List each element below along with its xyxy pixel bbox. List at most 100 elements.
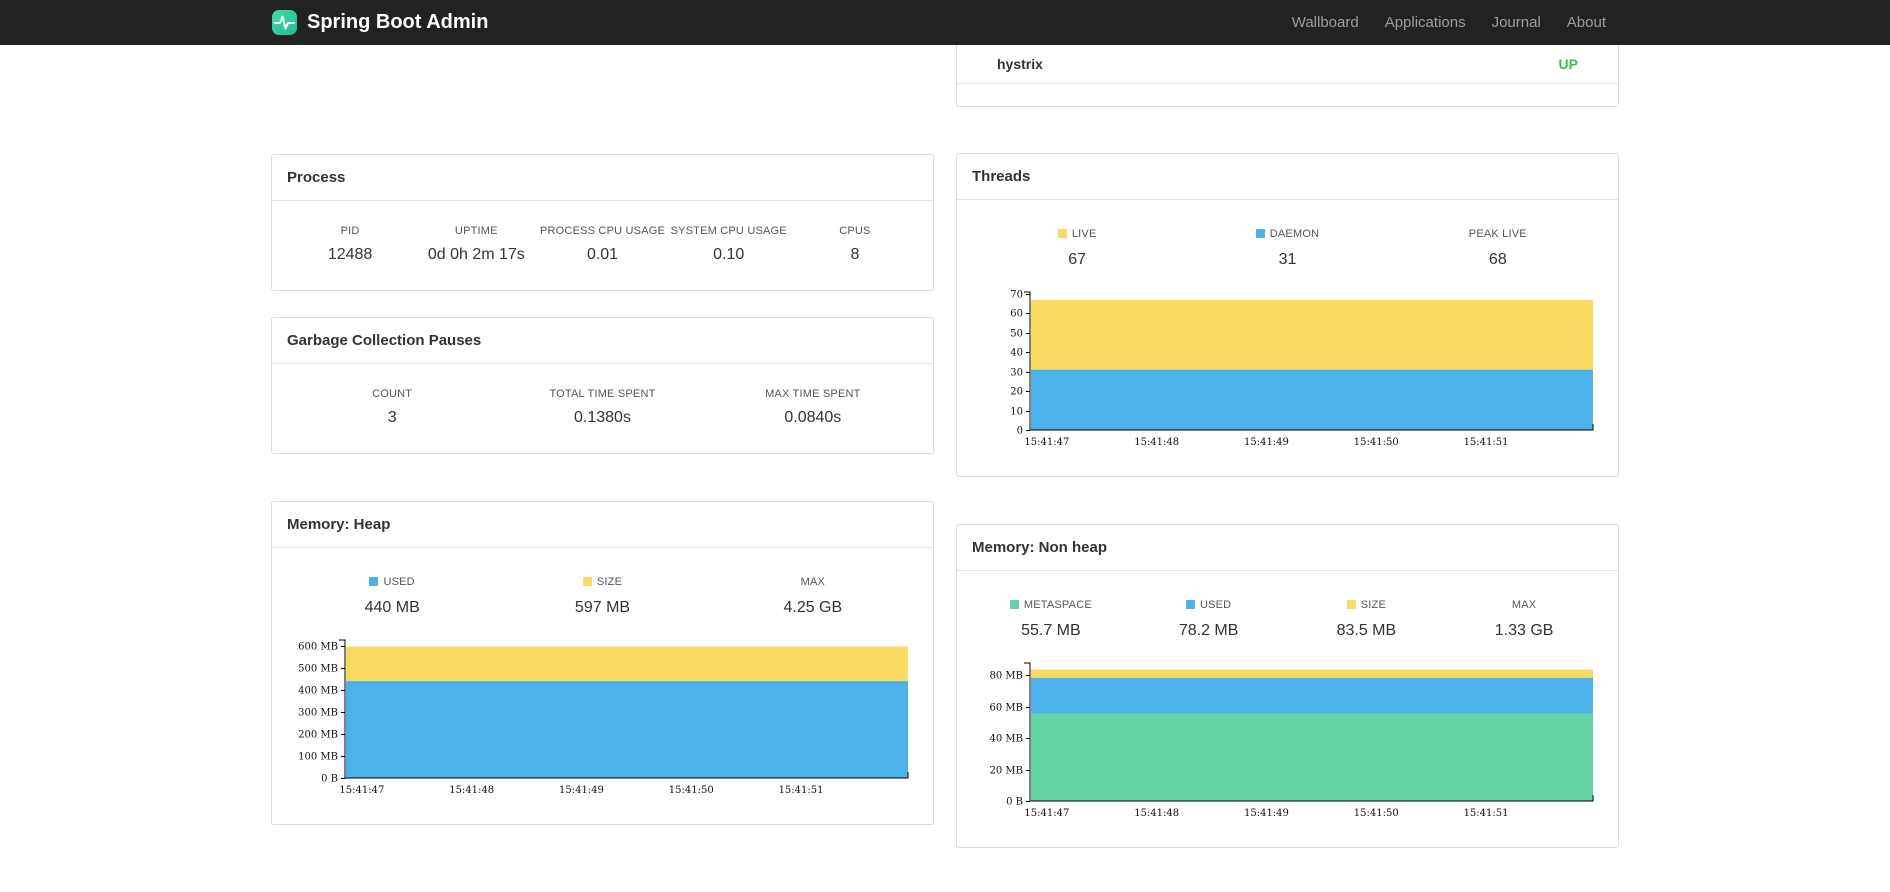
legend-swatch-icon xyxy=(1185,600,1195,609)
legend-value: 440 MB xyxy=(364,599,420,616)
process-card-title: Process xyxy=(272,155,933,201)
gc-card: Garbage Collection Pauses COUNT 3 TOTAL TI… xyxy=(271,317,934,454)
x-tick-label: 15:41:50 xyxy=(669,785,714,796)
metric-uptime: UPTIME 0d 0h 2m 17s xyxy=(413,225,539,264)
gc-metrics: COUNT 3 TOTAL TIME SPENT 0.1380s MAX TIME SP… xyxy=(287,388,918,427)
legend-item-used: USED 78.2 MB xyxy=(1130,595,1288,640)
y-tick-label: 300 MB xyxy=(298,708,338,719)
y-tick-label: 30 xyxy=(1010,368,1023,379)
legend-label-row: MAX xyxy=(708,572,918,590)
legend-swatch-icon xyxy=(582,577,592,586)
process-metrics: PID 12488 UPTIME 0d 0h 2m 17s PROCESS CPU US… xyxy=(287,225,918,264)
brand-title: Spring Boot Admin xyxy=(307,11,489,33)
memory-heap-legend: USED 440 MB SIZE 597 MB MAX 4.25 GB xyxy=(287,572,918,617)
left-column: Process PID 12488 UPTIME 0d 0h 2m 17s PROCES… xyxy=(271,45,934,848)
legend-label: USED xyxy=(383,576,415,588)
legend-value: 83.5 MB xyxy=(1336,622,1397,639)
x-tick-label: 15:41:49 xyxy=(559,785,604,796)
metric-label: TOTAL TIME SPENT xyxy=(549,388,656,400)
legend-swatch-icon xyxy=(369,577,379,586)
status-badge: UP xyxy=(1558,56,1578,72)
spring-boot-admin-logo-icon xyxy=(271,9,298,36)
threads-legend: LIVE 67 DAEMON 31 PEAK LIVE 68 xyxy=(972,224,1603,269)
legend-label-row: METASPACE xyxy=(972,595,1130,613)
legend-value: 1.33 GB xyxy=(1494,622,1554,639)
legend-value: 4.25 GB xyxy=(783,599,843,616)
x-tick-label: 15:41:50 xyxy=(1354,437,1399,448)
x-tick-label: 15:41:48 xyxy=(1134,808,1179,819)
metric-label: CPUS xyxy=(839,225,871,237)
process-card: Process PID 12488 UPTIME 0d 0h 2m 17s PROCES… xyxy=(271,154,934,291)
x-tick-label: 15:41:48 xyxy=(1134,437,1179,448)
legend-item-daemon: DAEMON 31 xyxy=(1182,224,1392,269)
y-tick-label: 40 MB xyxy=(990,734,1024,745)
memory-nonheap-legend: METASPACE 55.7 MB USED 78.2 MB SIZE 83.5 MB MA… xyxy=(972,595,1603,640)
nav-link-applications[interactable]: Applications xyxy=(1372,14,1479,31)
chart-area-used xyxy=(346,681,908,778)
x-tick-label: 15:41:50 xyxy=(1354,808,1399,819)
legend-swatch-icon xyxy=(1057,229,1067,238)
nav-link-journal[interactable]: Journal xyxy=(1479,14,1554,31)
metric-value: 0.0840s xyxy=(784,409,842,426)
metric-value: 3 xyxy=(387,409,397,426)
y-tick-label: 0 xyxy=(1017,426,1023,437)
chart-area-daemon xyxy=(1031,369,1593,430)
y-tick-label: 600 MB xyxy=(298,642,338,653)
metric-system-cpu-usage: SYSTEM CPU USAGE 0.10 xyxy=(666,225,792,264)
legend-item-max: MAX 1.33 GB xyxy=(1445,595,1603,640)
metric-value: 0.1380s xyxy=(574,409,631,426)
legend-value: 78.2 MB xyxy=(1178,622,1239,639)
main-content: Process PID 12488 UPTIME 0d 0h 2m 17s PROCES… xyxy=(271,45,1619,848)
legend-label: SIZE xyxy=(1360,599,1386,611)
x-tick-label: 15:41:49 xyxy=(1244,808,1289,819)
y-tick-label: 40 xyxy=(1010,348,1023,359)
y-tick-label: 100 MB xyxy=(298,752,338,763)
metric-label: UPTIME xyxy=(454,225,498,237)
nav-link-wallboard[interactable]: Wallboard xyxy=(1279,14,1372,31)
right-column: hystrix UP Threads LIVE 67 DAEMON 31 PEAK LI… xyxy=(956,45,1619,848)
memory-nonheap-card: Memory: Non heap METASPACE 55.7 MB USED 78.… xyxy=(956,524,1619,848)
y-tick-label: 0 B xyxy=(1006,797,1023,808)
legend-swatch-icon xyxy=(1346,600,1356,609)
y-tick-label: 70 xyxy=(1010,290,1023,301)
nav-link-about[interactable]: About xyxy=(1554,14,1619,31)
health-row-hystrix: hystrix UP xyxy=(957,45,1618,84)
memory-heap-card: Memory: Heap USED 440 MB SIZE 597 MB MAX 4.25… xyxy=(271,501,934,825)
legend-label-row: USED xyxy=(287,572,497,590)
legend-label: DAEMON xyxy=(1269,228,1320,240)
x-tick-label: 15:41:47 xyxy=(1024,437,1069,448)
metric-cpus: CPUS 8 xyxy=(792,225,918,264)
metric-value: 0.01 xyxy=(586,246,619,263)
legend-item-live: LIVE 67 xyxy=(972,224,1182,269)
legend-value: 55.7 MB xyxy=(1021,622,1081,639)
legend-item-size: SIZE 597 MB xyxy=(497,572,707,617)
threads-chart: 0 10 20 30 40 50 60 70 15:41:47 15:41:48 15:41:49 1… xyxy=(976,283,1603,458)
legend-value: 68 xyxy=(1488,251,1507,268)
metric-value: 0d 0h 2m 17s xyxy=(427,246,525,263)
health-item-name: hystrix xyxy=(997,56,1043,72)
metric-pid: PID 12488 xyxy=(287,225,413,264)
memory-nonheap-chart: 0 B 20 MB 40 MB 60 MB 80 MB 15:41:47 15:41:48 1… xyxy=(976,654,1603,829)
legend-label-row: DAEMON xyxy=(1182,224,1392,242)
legend-label: MAX xyxy=(800,576,826,588)
y-tick-label: 50 xyxy=(1010,329,1023,340)
gc-card-title: Garbage Collection Pauses xyxy=(272,318,933,364)
threads-card-title: Threads xyxy=(957,154,1618,200)
legend-item-max: MAX 4.25 GB xyxy=(708,572,918,617)
legend-item-peak-live: PEAK LIVE 68 xyxy=(1393,224,1603,269)
y-tick-label: 20 MB xyxy=(990,766,1024,777)
y-tick-label: 400 MB xyxy=(298,686,338,697)
legend-item-metaspace: METASPACE 55.7 MB xyxy=(972,595,1130,640)
brand-link[interactable]: Spring Boot Admin xyxy=(271,9,488,36)
metric-process-cpu-usage: PROCESS CPU USAGE 0.01 xyxy=(539,225,665,264)
metric-label: SYSTEM CPU USAGE xyxy=(670,225,787,237)
metric-label: MAX TIME SPENT xyxy=(765,388,861,400)
legend-swatch-icon xyxy=(1009,600,1019,609)
y-tick-label: 20 xyxy=(1010,387,1023,398)
legend-item-size: SIZE 83.5 MB xyxy=(1288,595,1446,640)
legend-label-row: LIVE xyxy=(972,224,1182,242)
nav-links: Wallboard Applications Journal About xyxy=(1279,14,1619,31)
metric-label: PID xyxy=(340,225,360,237)
x-tick-label: 15:41:51 xyxy=(1464,808,1509,819)
memory-nonheap-card-title: Memory: Non heap xyxy=(957,525,1618,571)
